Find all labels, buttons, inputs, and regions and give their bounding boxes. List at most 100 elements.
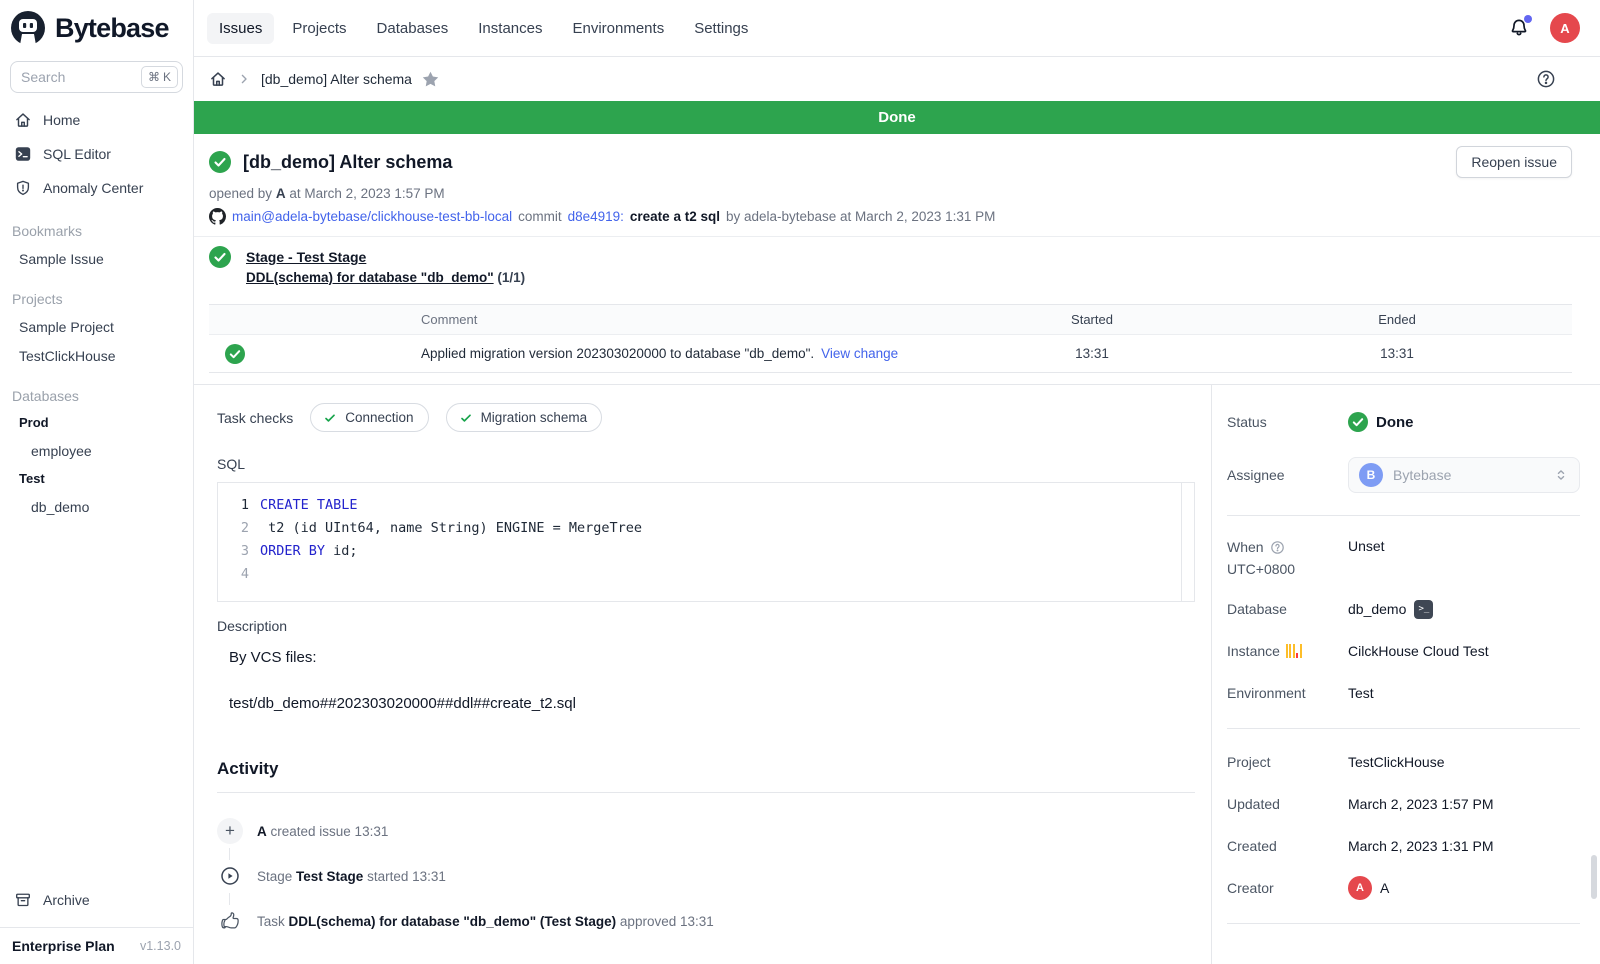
sql-line-1: CREATE TABLE	[260, 494, 358, 517]
col-header-comment: Comment	[421, 312, 962, 327]
breadcrumb: [db_demo] Alter schema	[194, 56, 1600, 101]
sidebar-item-db-demo[interactable]: db_demo	[0, 492, 193, 521]
table-header-row: Comment Started Ended	[209, 305, 1572, 335]
star-icon[interactable]	[421, 70, 440, 89]
search-shortcut-badge: ⌘K	[141, 66, 178, 88]
project-label: Project	[1227, 754, 1348, 770]
github-icon	[209, 208, 226, 225]
sidebar-section-databases: Databases	[0, 383, 193, 409]
tab-instances[interactable]: Instances	[466, 13, 554, 44]
sidebar-item-archive[interactable]: Archive	[0, 883, 193, 917]
activity-item-created: + A created issue 13:31	[217, 818, 1195, 844]
stage-done-check-icon	[209, 246, 231, 288]
task-run-table: Comment Started Ended Applied migration …	[209, 304, 1572, 373]
plus-icon: +	[217, 818, 243, 844]
sidebar-search: ⌘K	[10, 61, 183, 93]
plan-version: v1.13.0	[140, 939, 181, 953]
created-label: Created	[1227, 838, 1348, 854]
home-icon	[14, 111, 32, 129]
issue-opener: A	[276, 186, 286, 201]
reopen-issue-button[interactable]: Reopen issue	[1456, 146, 1572, 178]
environment-value: Test	[1348, 685, 1374, 701]
sidebar-item-sql-editor[interactable]: SQL Editor	[0, 137, 193, 171]
stage-task-link[interactable]: DDL(schema) for database "db_demo"	[246, 270, 494, 285]
assignee-value: Bytebase	[1393, 467, 1543, 483]
play-circle-icon	[217, 863, 243, 889]
help-icon[interactable]	[1536, 69, 1556, 89]
plan-row[interactable]: Enterprise Plan v1.13.0	[0, 927, 193, 964]
sidebar-item-sample-issue[interactable]: Sample Issue	[0, 244, 193, 273]
stage-title-link[interactable]: Stage - Test Stage	[246, 246, 525, 268]
activity-item-stage-started: Stage Test Stage started 13:31	[217, 863, 1195, 889]
sidebar-spacer	[0, 521, 193, 883]
sidebar-db-group-test: Test	[0, 465, 193, 492]
open-sql-editor-icon[interactable]: >_	[1414, 600, 1433, 619]
sidebar-item-sample-project[interactable]: Sample Project	[0, 312, 193, 341]
assignee-select[interactable]: B Bytebase	[1348, 457, 1580, 493]
assignee-row: Assignee B Bytebase	[1227, 457, 1580, 493]
project-row: Project TestClickHouse	[1227, 749, 1580, 775]
status-check-icon	[1348, 412, 1368, 432]
tab-databases[interactable]: Databases	[365, 13, 461, 44]
issue-meta: opened by A at March 2, 2023 1:57 PM	[209, 186, 1572, 201]
tab-issues[interactable]: Issues	[207, 13, 274, 44]
main-column: Issues Projects Databases Instances Envi…	[194, 0, 1600, 964]
instance-value: CilckHouse Cloud Test	[1348, 643, 1489, 659]
sql-code-editor: 1CREATE TABLE 2 t2 (id UInt64, name Stri…	[217, 482, 1195, 602]
clickhouse-icon	[1286, 644, 1302, 658]
stage-section: Stage - Test Stage DDL(schema) for datab…	[194, 237, 1600, 298]
status-label: Status	[1227, 414, 1348, 430]
commit-hash-link[interactable]: d8e4919:	[568, 209, 624, 224]
activity-item-task-approved: Task DDL(schema) for database "db_demo" …	[217, 908, 1195, 934]
panel-divider	[1227, 728, 1580, 729]
when-label: When	[1227, 536, 1264, 558]
activity-divider	[217, 792, 1195, 793]
tab-settings[interactable]: Settings	[682, 13, 760, 44]
panel-divider	[1227, 923, 1580, 924]
commit-author: by adela-bytebase at March 2, 2023 1:31 …	[726, 209, 995, 224]
chevron-right-icon	[236, 71, 252, 87]
sidebar-item-anomaly-center[interactable]: Anomaly Center	[0, 171, 193, 205]
when-timezone: UTC+0800	[1227, 561, 1295, 577]
terminal-icon	[14, 145, 32, 163]
sidebar-section-projects: Projects	[0, 286, 193, 312]
issue-details-panel: Status Done Assignee B Bytebase	[1211, 385, 1600, 964]
sidebar-item-label: Archive	[43, 892, 90, 908]
user-avatar[interactable]: A	[1550, 13, 1580, 43]
created-value: March 2, 2023 1:31 PM	[1348, 838, 1494, 854]
tab-projects[interactable]: Projects	[280, 13, 358, 44]
sidebar-item-employee[interactable]: employee	[0, 436, 193, 465]
creator-row: Creator A A	[1227, 875, 1580, 901]
code-scrollbar[interactable]	[1181, 483, 1194, 601]
description-body[interactable]: By VCS files: test/db_demo##202303020000…	[229, 649, 1195, 712]
page-scrollbar-thumb[interactable]	[1591, 855, 1597, 899]
activity-title: Activity	[217, 759, 1195, 779]
status-banner: Done	[194, 101, 1600, 134]
task-checks-label: Task checks	[217, 410, 293, 426]
creator-label: Creator	[1227, 880, 1348, 896]
sidebar-item-label: Anomaly Center	[43, 180, 143, 196]
sidebar-item-home[interactable]: Home	[0, 103, 193, 137]
check-pill-connection[interactable]: Connection	[310, 403, 428, 432]
check-pill-migration-schema[interactable]: Migration schema	[446, 403, 603, 432]
bytebase-logo[interactable]: Bytebase	[0, 0, 193, 56]
creator-avatar: A	[1348, 876, 1372, 900]
view-change-link[interactable]: View change	[821, 346, 898, 361]
updated-value: March 2, 2023 1:57 PM	[1348, 796, 1494, 812]
tab-environments[interactable]: Environments	[560, 13, 676, 44]
updated-label: Updated	[1227, 796, 1348, 812]
started-time: 13:31	[962, 346, 1222, 361]
project-value: TestClickHouse	[1348, 754, 1444, 770]
updated-row: Updated March 2, 2023 1:57 PM	[1227, 791, 1580, 817]
commit-message: create a t2 sql	[630, 209, 720, 224]
breadcrumb-page-title: [db_demo] Alter schema	[261, 71, 412, 87]
issue-header: [db_demo] Alter schema Reopen issue open…	[194, 134, 1600, 237]
sql-line-2: t2 (id UInt64, name String) ENGINE = Mer…	[260, 517, 642, 540]
sidebar-item-testclickhouse[interactable]: TestClickHouse	[0, 341, 193, 370]
description-line-2: test/db_demo##202303020000##ddl##create_…	[229, 695, 1195, 712]
database-row: Database db_demo >_	[1227, 596, 1580, 622]
notification-bell-icon[interactable]	[1508, 17, 1530, 39]
vcs-branch-link[interactable]: main@adela-bytebase/clickhouse-test-bb-l…	[232, 209, 512, 224]
breadcrumb-home-icon[interactable]	[209, 70, 227, 88]
question-circle-icon	[1270, 540, 1285, 555]
